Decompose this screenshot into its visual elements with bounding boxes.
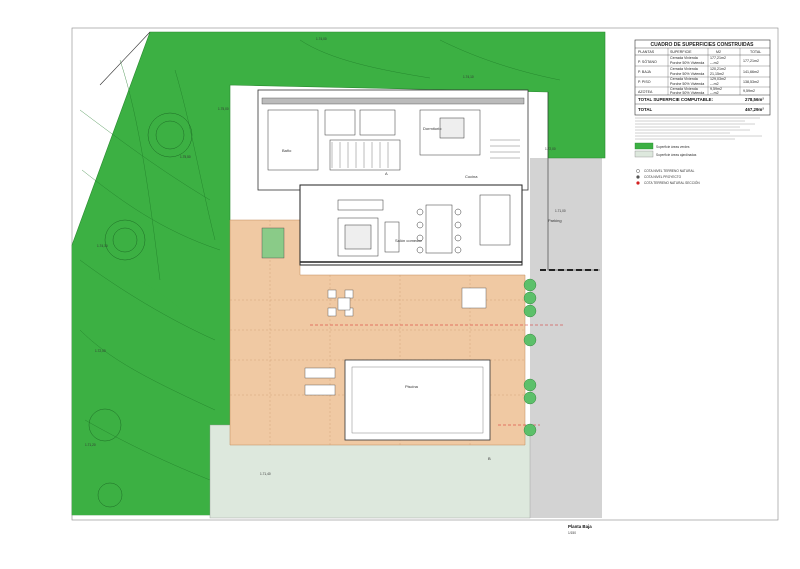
section-mark-a: A: [385, 171, 388, 176]
svg-text:1.74,10: 1.74,10: [463, 75, 474, 79]
legend-header-m2: M2: [716, 50, 721, 54]
legend-total: 138,53m2: [743, 80, 759, 84]
legend-key-light: [634, 150, 654, 158]
site-plan: 1.74,00 1.74,10 1.75,50 1.74,10 1.72,00 …: [71, 27, 779, 535]
svg-text:1.72,00: 1.72,00: [95, 349, 106, 353]
svg-text:1.72,00: 1.72,00: [545, 147, 556, 151]
legend-total-value: 467,29m²: [745, 107, 764, 112]
road-strip: [530, 158, 602, 518]
room-label-bedroom: Dormitorio: [423, 126, 442, 131]
legend-floor-sotano: P. SÓTANO: [638, 59, 657, 64]
svg-text:1.75,50: 1.75,50: [180, 155, 191, 159]
svg-text:1.71,20: 1.71,20: [85, 443, 96, 447]
legend-computable-label: TOTAL SUPERFICIE COMPUTABLE:: [638, 97, 714, 102]
legend-value: ---m2: [710, 91, 719, 95]
legend-total: 141,66m2: [743, 70, 759, 74]
legend-value: ---m2: [710, 61, 719, 65]
level-key-section-label: COTA TERRENO NATURAL SECCIÓN: [644, 180, 700, 185]
section-mark-b: B: [488, 456, 491, 461]
svg-text:1.74,00: 1.74,00: [316, 37, 327, 41]
legend-item: Porche 50% Vivienda: [670, 82, 704, 86]
legend-key-green-label: Superficie áreas verdes: [656, 145, 690, 149]
house-wall-band: [261, 97, 525, 105]
legend-table: CUADRO DE SUPERFICIES CONSTRUIDAS PLANTA…: [634, 39, 771, 116]
legend-item: Porche 50% Vivienda: [670, 91, 704, 95]
legend-key-green: [634, 142, 654, 150]
svg-text:1.71,40: 1.71,40: [260, 472, 271, 476]
house-main-body: [299, 184, 523, 266]
legend-item: Porche 50% Vivienda: [670, 61, 704, 65]
legend-table-title: CUADRO DE SUPERFICIES CONSTRUIDAS: [650, 42, 754, 48]
level-key-project-icon: [636, 175, 640, 179]
room-label-living: Salón comedor: [395, 238, 423, 243]
legend-item: Porche 50% Vivienda: [670, 72, 704, 76]
legend-header-plantas: PLANTAS: [638, 50, 655, 54]
level-key-natural-icon: [636, 169, 640, 173]
legend-item: Cerrada Vivienda: [670, 77, 698, 81]
level-key-natural-label: COTA NIVEL TERRENO NATURAL: [644, 169, 695, 173]
legend-item: Cerrada Vivienda: [670, 56, 698, 60]
legend-computable-value: 278,56m²: [745, 97, 764, 102]
pool: [344, 359, 491, 441]
legend-total: 9,59m2: [743, 89, 755, 93]
legend-total: 177,21m2: [743, 59, 759, 63]
legend-value: 120,21m2: [710, 67, 726, 71]
level-key-section-icon: [636, 181, 640, 185]
room-label-pool: Piscina: [405, 384, 419, 389]
legend-value: 21,15m2: [710, 72, 724, 76]
svg-text:1.71,00: 1.71,00: [555, 209, 566, 213]
legend-floor-azotea: AZOTEA: [638, 90, 653, 94]
svg-text:1.74,10: 1.74,10: [97, 244, 108, 248]
legend-value: ---m2: [710, 82, 719, 86]
compliance-notes: [635, 117, 762, 140]
plan-scale: 1/150: [568, 531, 576, 535]
legend-value: 129,03m2: [710, 77, 726, 81]
plan-title: Planta Baja: [568, 524, 592, 529]
room-label-bath: Baño: [282, 148, 292, 153]
legend-header-superficie: SUPERFICIE: [670, 50, 692, 54]
room-label-kitchen: Cocina: [465, 174, 478, 179]
legend-floor-baja: P. BAJA: [638, 70, 652, 74]
level-key-project-label: COTA NIVEL PROYECTO: [644, 175, 682, 179]
svg-text:1.75,00: 1.75,00: [218, 107, 229, 111]
legend-item: Cerrada Vivienda: [670, 67, 698, 71]
legend-value: 177,21m2: [710, 56, 726, 60]
legend-total-label: TOTAL: [638, 107, 653, 112]
legend-header-total: TOTAL: [750, 50, 761, 54]
legend-floor-piso: P. PISO: [638, 80, 651, 84]
room-label-parking: Parking: [548, 218, 562, 223]
legend-key-light-label: Superficie áreas ajardinadas: [656, 153, 697, 157]
